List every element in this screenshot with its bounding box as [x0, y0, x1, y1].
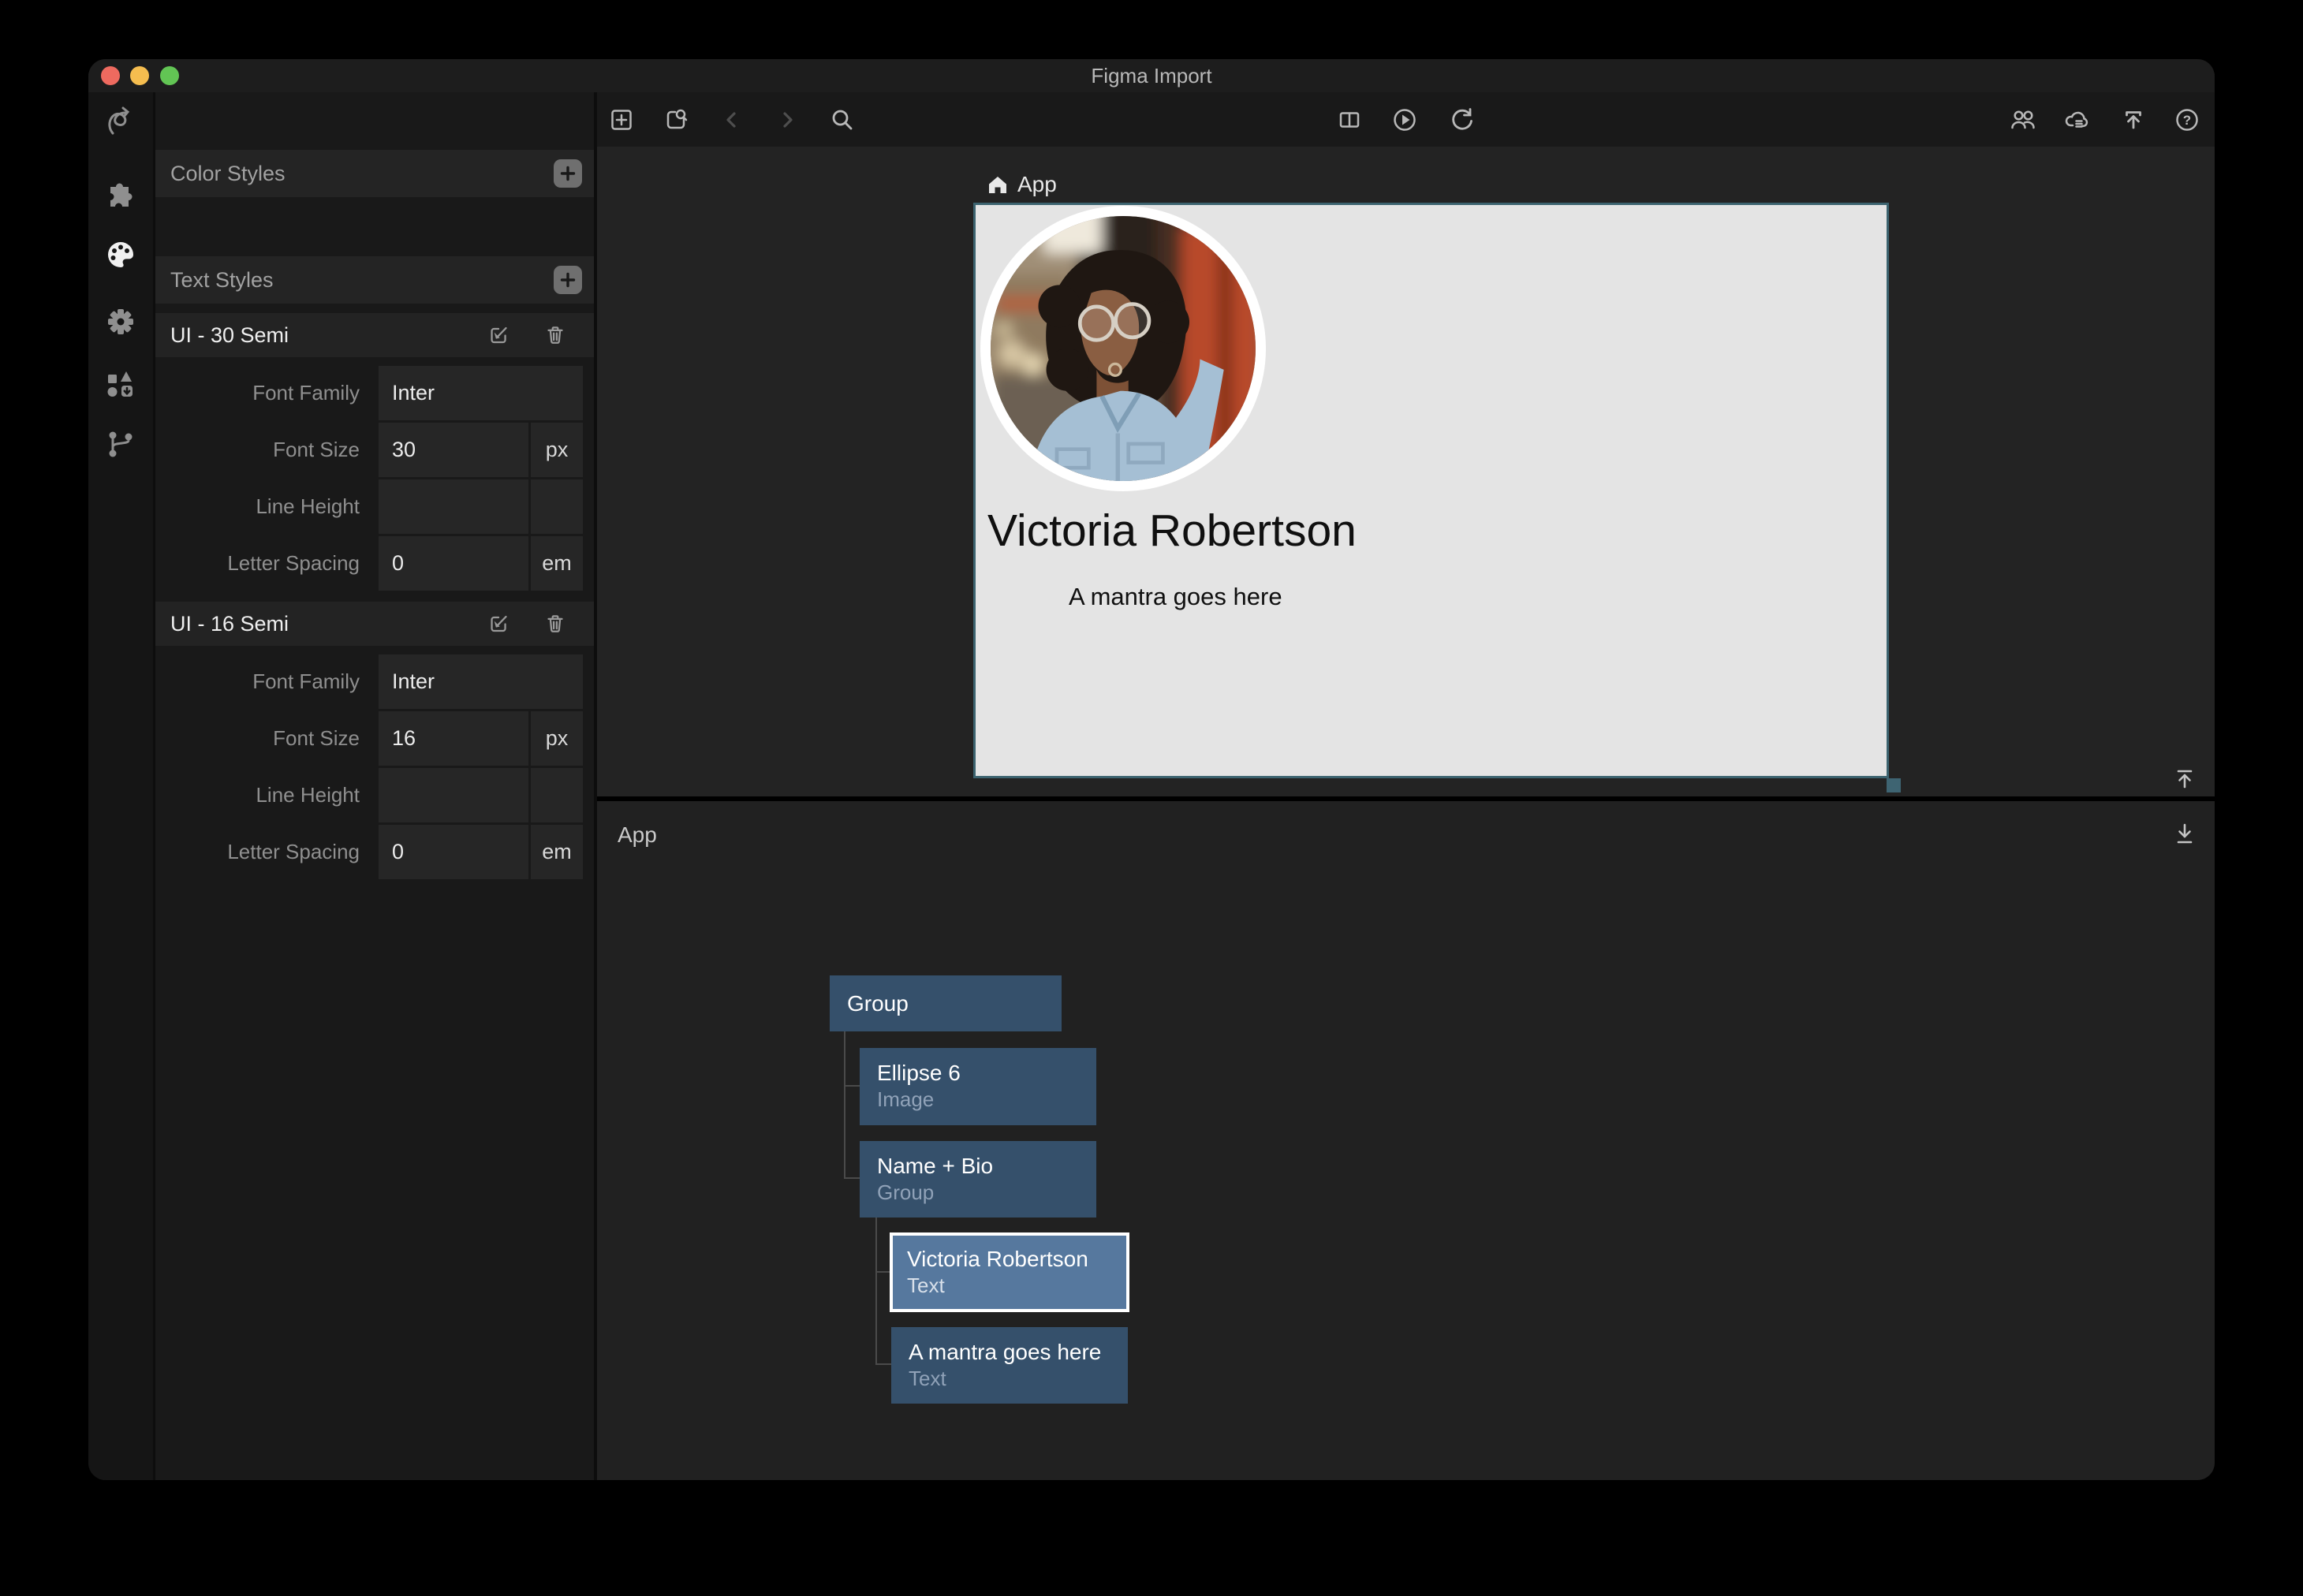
app-window: Figma Import: [88, 59, 2215, 1480]
field-label: Line Height: [155, 479, 360, 534]
node-title: Victoria Robertson: [907, 1246, 1126, 1273]
version-control-icon[interactable]: [103, 427, 138, 461]
breadcrumb[interactable]: App: [1017, 170, 1057, 199]
tree-node-name-bio[interactable]: Name + Bio Group: [860, 1141, 1096, 1218]
components-icon[interactable]: [103, 173, 138, 208]
collaborators-icon[interactable]: [2009, 106, 2037, 134]
field-label: Line Height: [155, 768, 360, 822]
tree-node-ellipse6[interactable]: Ellipse 6 Image: [860, 1048, 1096, 1125]
field-label: Font Family: [155, 654, 360, 709]
add-color-style-button[interactable]: [554, 159, 582, 188]
font-size-input[interactable]: 30: [379, 423, 528, 477]
preview-mantra-text: A mantra goes here: [1069, 581, 1282, 613]
color-styles-header: Color Styles: [155, 150, 594, 197]
titlebar: Figma Import: [88, 59, 2215, 92]
styles-panel: Color Styles Text Styles UI - 30 Semi: [153, 92, 594, 1480]
edit-style-icon[interactable]: [486, 322, 513, 349]
tree-node-group[interactable]: Group: [830, 975, 1062, 1031]
delete-style-icon[interactable]: [542, 322, 569, 349]
letter-spacing-unit[interactable]: em: [531, 536, 583, 591]
line-height-unit[interactable]: [531, 768, 583, 822]
avatar: [980, 206, 1266, 491]
tree-connector: [875, 1218, 877, 1365]
home-icon[interactable]: [986, 173, 1010, 196]
node-subtitle: Group: [877, 1180, 1096, 1205]
node-title: Ellipse 6: [877, 1060, 1096, 1087]
font-size-input[interactable]: 16: [379, 711, 528, 766]
tree-connector: [844, 1031, 845, 1179]
back-icon[interactable]: [718, 106, 746, 134]
settings-icon[interactable]: [103, 304, 138, 339]
preview-name-text: Victoria Robertson: [987, 505, 1357, 557]
node-graph-icon[interactable]: [103, 105, 138, 140]
font-family-input[interactable]: Inter: [379, 654, 583, 709]
letter-spacing-input[interactable]: 0: [379, 825, 528, 879]
tree-connector: [875, 1363, 891, 1365]
node-subtitle: Text: [907, 1273, 1126, 1298]
text-style-group-header: UI - 16 Semi: [155, 602, 594, 646]
font-size-unit[interactable]: px: [531, 423, 583, 477]
field-label: Font Size: [155, 423, 360, 477]
tree-connector: [875, 1271, 890, 1273]
field-label: Font Size: [155, 711, 360, 766]
node-subtitle: Image: [877, 1087, 1096, 1112]
svg-text:?: ?: [2183, 113, 2191, 128]
text-styles-title: Text Styles: [170, 256, 274, 304]
add-node-icon[interactable]: [607, 106, 636, 134]
preview-canvas[interactable]: App: [597, 147, 2215, 796]
line-height-input[interactable]: [379, 479, 528, 534]
forward-icon[interactable]: [773, 106, 801, 134]
preview-play-icon[interactable]: [1390, 106, 1419, 134]
collapse-up-icon[interactable]: [2170, 764, 2199, 792]
text-style-group-header: UI - 30 Semi: [155, 313, 594, 357]
node-picker-icon[interactable]: [662, 106, 690, 134]
tree-connector: [844, 1177, 860, 1179]
resize-handle[interactable]: [1887, 778, 1901, 792]
node-tree-panel: App Group Ellipse 6 Image Name + Bio Gro…: [597, 801, 2215, 1480]
node-title: A mantra goes here: [909, 1339, 1128, 1366]
font-size-unit[interactable]: px: [531, 711, 583, 766]
assets-import-icon[interactable]: [103, 367, 138, 402]
letter-spacing-input[interactable]: 0: [379, 536, 528, 591]
edit-style-icon[interactable]: [486, 610, 513, 637]
color-styles-title: Color Styles: [170, 150, 286, 197]
app-preview-card[interactable]: Victoria Robertson A mantra goes here: [973, 203, 1889, 778]
field-label: Letter Spacing: [155, 536, 360, 591]
tree-node-mantra[interactable]: A mantra goes here Text: [891, 1327, 1128, 1404]
screen: Figma Import: [0, 0, 2303, 1596]
field-label: Font Family: [155, 366, 360, 420]
cloud-sync-icon[interactable]: [2062, 106, 2091, 134]
split-view-icon[interactable]: [1335, 106, 1364, 134]
add-text-style-button[interactable]: [554, 266, 582, 294]
text-styles-header: Text Styles: [155, 256, 594, 304]
help-icon[interactable]: ?: [2173, 106, 2201, 134]
text-style-name: UI - 30 Semi: [170, 313, 289, 357]
collapse-down-icon[interactable]: [2170, 819, 2199, 848]
tree-root-label: App: [618, 820, 657, 850]
reload-icon[interactable]: [1447, 106, 1476, 134]
field-label: Letter Spacing: [155, 825, 360, 879]
text-style-name: UI - 16 Semi: [170, 602, 289, 646]
editor-toolbar: ?: [597, 92, 2215, 147]
window-title: Figma Import: [88, 59, 2215, 92]
sidebar-rail: [88, 92, 153, 1480]
publish-icon[interactable]: [2119, 106, 2148, 134]
font-family-input[interactable]: Inter: [379, 366, 583, 420]
line-height-unit[interactable]: [531, 479, 583, 534]
delete-style-icon[interactable]: [542, 610, 569, 637]
styles-palette-icon[interactable]: [103, 237, 138, 272]
node-title: Name + Bio: [877, 1153, 1096, 1180]
letter-spacing-unit[interactable]: em: [531, 825, 583, 879]
tree-node-victoria-robertson[interactable]: Victoria Robertson Text: [890, 1232, 1129, 1312]
line-height-input[interactable]: [379, 768, 528, 822]
search-icon[interactable]: [828, 106, 857, 134]
node-subtitle: Text: [909, 1366, 1128, 1391]
tree-connector: [844, 1085, 860, 1087]
node-title: Group: [847, 990, 909, 1017]
